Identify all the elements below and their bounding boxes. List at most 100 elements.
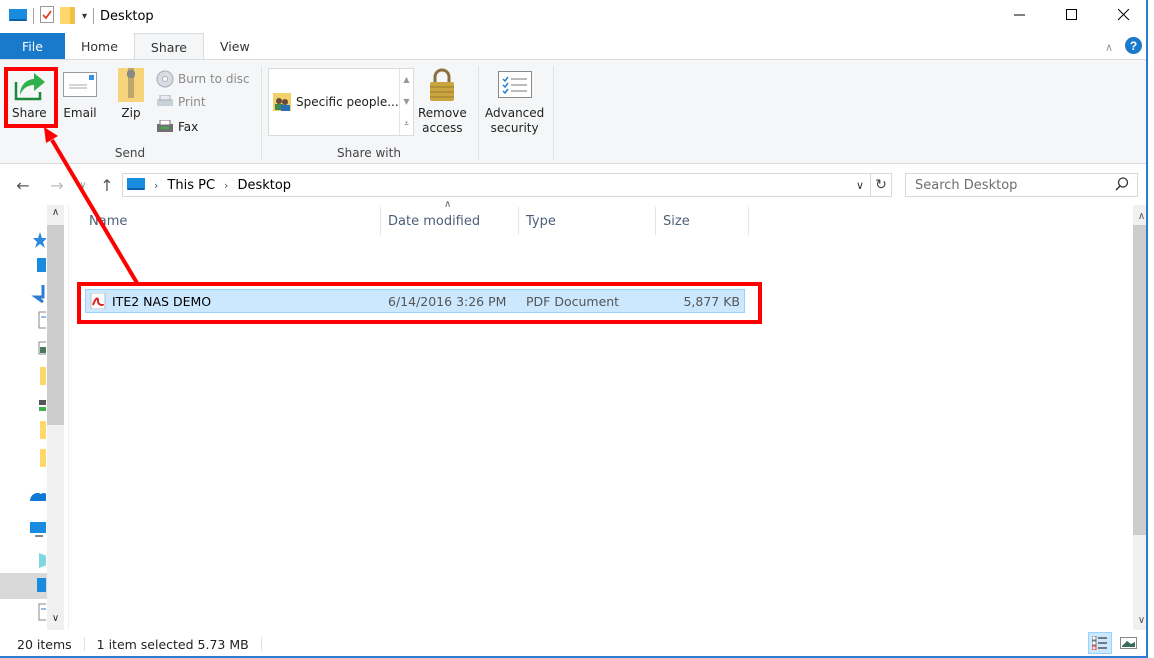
new-folder-icon[interactable] bbox=[60, 6, 76, 27]
close-button[interactable] bbox=[1098, 0, 1150, 30]
zip-label: Zip bbox=[121, 106, 141, 120]
quick-access-star-icon[interactable] bbox=[30, 231, 46, 249]
gallery-scroller[interactable]: ▲ ▼ ⩡ bbox=[399, 69, 413, 135]
network-drive-icon[interactable] bbox=[30, 397, 46, 415]
collapse-ribbon-icon[interactable]: ∧ bbox=[1105, 41, 1113, 54]
column-separator[interactable] bbox=[748, 207, 749, 235]
tab-view[interactable]: View bbox=[204, 33, 266, 60]
share-with-group-label: Share with bbox=[337, 146, 401, 160]
3d-objects-icon[interactable] bbox=[30, 551, 46, 569]
refresh-icon[interactable]: ↻ bbox=[871, 177, 891, 193]
file-explorer-window: ▾ Desktop File Home Share View ∧ ? Share… bbox=[0, 0, 1150, 658]
column-header-type[interactable]: Type bbox=[519, 205, 655, 237]
computer-icon[interactable] bbox=[9, 8, 27, 25]
zip-icon bbox=[114, 68, 148, 102]
folder-icon[interactable] bbox=[30, 421, 46, 439]
annotation-box-file bbox=[77, 282, 762, 324]
desktop-icon[interactable] bbox=[30, 257, 46, 275]
forward-arrow-icon: → bbox=[50, 175, 64, 195]
this-pc-icon[interactable] bbox=[30, 521, 46, 539]
gallery-up-icon[interactable]: ▲ bbox=[403, 75, 409, 84]
quick-access-toolbar: ▾ bbox=[0, 0, 95, 32]
desktop-icon[interactable] bbox=[30, 577, 46, 595]
details-view-icon bbox=[1092, 636, 1107, 650]
onedrive-icon[interactable] bbox=[30, 487, 46, 505]
address-bar[interactable]: › This PC › Desktop ∨ ↻ bbox=[122, 173, 892, 197]
large-icons-view-button[interactable] bbox=[1116, 632, 1140, 654]
email-button[interactable]: Email bbox=[63, 68, 97, 121]
navigation-pane: ∧ ∨ bbox=[0, 205, 65, 630]
column-header-name[interactable]: Name bbox=[82, 205, 380, 237]
remove-access-label-line1: Remove bbox=[418, 106, 467, 120]
documents-icon[interactable] bbox=[30, 603, 46, 621]
back-button[interactable]: ← bbox=[12, 173, 34, 197]
advanced-security-icon bbox=[497, 68, 532, 102]
burn-to-disc-button[interactable]: Burn to disc bbox=[156, 70, 250, 88]
breadcrumb-separator-icon[interactable]: › bbox=[154, 179, 158, 192]
specific-people-item[interactable]: Specific people... bbox=[273, 93, 399, 111]
downloads-icon[interactable] bbox=[30, 285, 46, 303]
address-bar-controls: ∨ ↻ bbox=[850, 174, 891, 196]
title-bar: ▾ Desktop bbox=[0, 0, 1150, 32]
print-button[interactable]: Print bbox=[156, 95, 206, 109]
ribbon-tabs: File Home Share View ∧ ? bbox=[0, 33, 1150, 60]
chevron-down-icon: ∨ bbox=[79, 179, 87, 191]
annotation-box-share bbox=[4, 67, 58, 128]
breadcrumb-separator-icon[interactable]: › bbox=[224, 179, 228, 192]
nav-pane-scroll-thumb[interactable] bbox=[47, 225, 64, 425]
email-label: Email bbox=[63, 106, 97, 120]
breadcrumb-this-pc[interactable]: This PC bbox=[167, 178, 215, 193]
maximize-button[interactable] bbox=[1046, 0, 1098, 30]
share-with-gallery: Specific people... ▲ ▼ ⩡ bbox=[268, 68, 414, 136]
close-icon bbox=[1118, 9, 1130, 21]
people-icon bbox=[273, 93, 291, 111]
fax-button[interactable]: Fax bbox=[156, 120, 198, 134]
email-icon bbox=[63, 68, 97, 102]
column-header-size[interactable]: Size bbox=[656, 205, 748, 237]
zip-button[interactable]: Zip bbox=[114, 68, 148, 121]
item-count: 20 items bbox=[17, 636, 72, 652]
recent-locations-button[interactable]: ∨ bbox=[72, 173, 94, 197]
large-icons-view-icon bbox=[1119, 637, 1137, 649]
nav-scroll-down-icon[interactable]: ∨ bbox=[47, 613, 64, 624]
qat-separator bbox=[93, 8, 95, 24]
minimize-icon bbox=[1014, 14, 1025, 16]
ribbon: Share Email Zip Burn to disc Print Fax S… bbox=[0, 59, 1150, 164]
address-history-dropdown-icon[interactable]: ∨ bbox=[850, 179, 870, 192]
window-right-border bbox=[1146, 0, 1150, 658]
nav-scroll-up-icon[interactable]: ∧ bbox=[47, 207, 64, 218]
status-separator bbox=[260, 637, 262, 651]
folder-icon[interactable] bbox=[30, 449, 46, 467]
customize-qat-icon[interactable]: ▾ bbox=[82, 11, 87, 22]
disc-icon bbox=[156, 70, 174, 88]
view-buttons bbox=[1088, 632, 1140, 654]
back-arrow-icon: ← bbox=[16, 175, 30, 195]
pane-divider[interactable] bbox=[68, 205, 69, 630]
gallery-down-icon[interactable]: ▼ bbox=[403, 97, 409, 106]
minimize-button[interactable] bbox=[994, 0, 1046, 30]
svg-text:?: ? bbox=[1130, 39, 1137, 53]
forward-button[interactable]: → bbox=[46, 173, 68, 197]
window-controls bbox=[994, 0, 1150, 32]
tab-file[interactable]: File bbox=[0, 33, 65, 60]
tab-home[interactable]: Home bbox=[65, 33, 134, 60]
search-input[interactable]: Search Desktop bbox=[905, 173, 1138, 197]
folder-icon[interactable] bbox=[30, 367, 46, 385]
sort-ascending-icon: ∧ bbox=[444, 199, 452, 210]
gallery-expand-icon[interactable]: ⩡ bbox=[404, 119, 409, 129]
status-separator bbox=[83, 637, 85, 651]
documents-icon[interactable] bbox=[30, 311, 46, 329]
up-button[interactable]: ↑ bbox=[96, 173, 118, 197]
pictures-icon[interactable] bbox=[30, 339, 46, 357]
details-view-button[interactable] bbox=[1088, 632, 1112, 654]
breadcrumb-desktop[interactable]: Desktop bbox=[237, 178, 291, 193]
properties-icon[interactable] bbox=[40, 6, 54, 26]
burn-to-disc-label: Burn to disc bbox=[178, 72, 250, 86]
status-bar: 20 items 1 item selected 5.73 MB bbox=[0, 632, 1150, 656]
tab-share[interactable]: Share bbox=[133, 33, 204, 60]
advanced-security-button[interactable]: Advanced security bbox=[485, 68, 544, 136]
help-icon[interactable]: ? bbox=[1125, 37, 1142, 57]
remove-access-button[interactable]: Remove access bbox=[418, 68, 467, 136]
specific-people-label: Specific people... bbox=[296, 95, 399, 109]
search-icon[interactable] bbox=[1115, 177, 1129, 195]
